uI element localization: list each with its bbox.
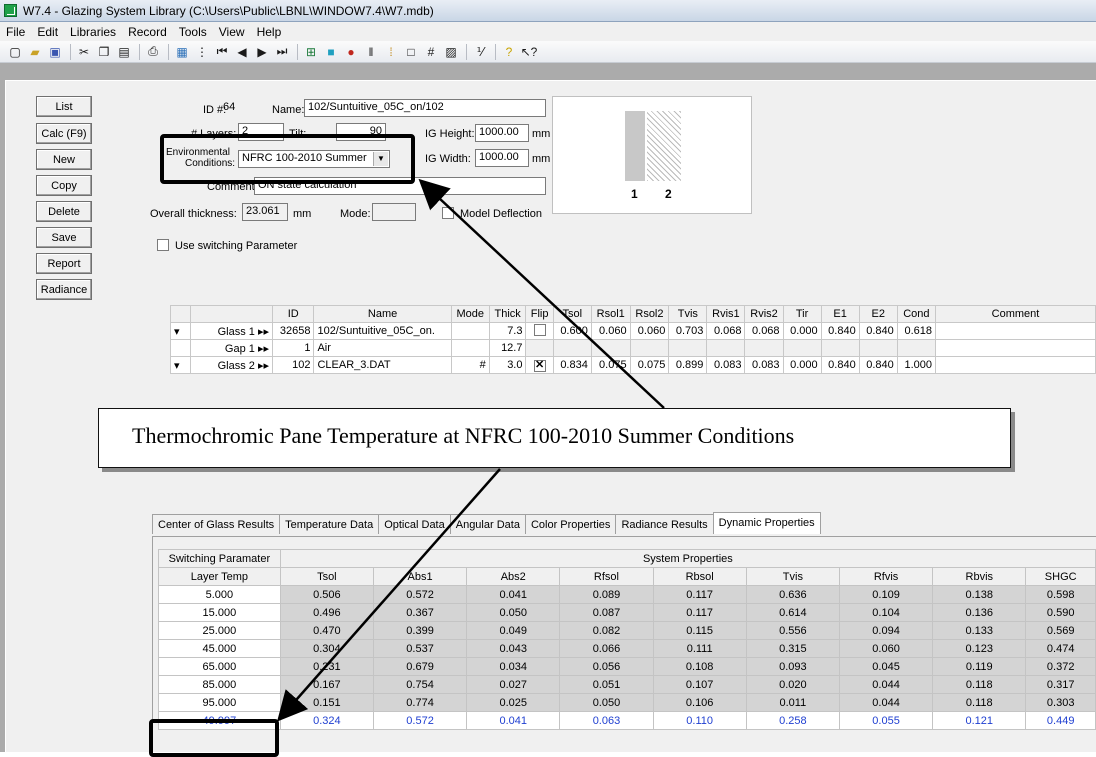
arrow-to-env-conditions bbox=[418, 178, 665, 409]
arrow-to-layer-temp bbox=[277, 468, 501, 722]
annotation-arrows bbox=[277, 178, 665, 722]
